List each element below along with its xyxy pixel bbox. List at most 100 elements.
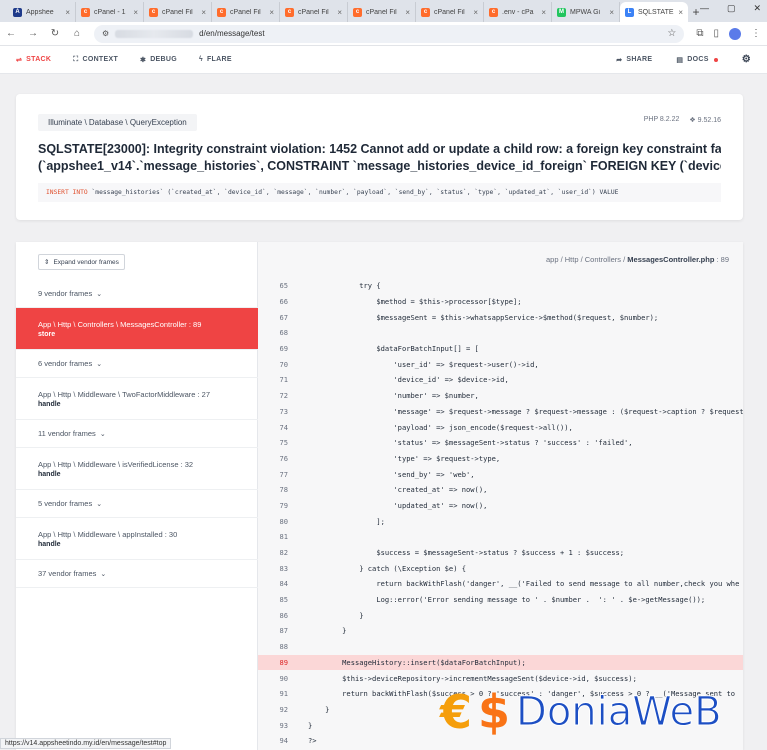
code-line[interactable]: 70 'user_id' => $request->user()->id,: [258, 356, 743, 372]
minimize-icon[interactable]: —: [700, 3, 709, 14]
sql-query[interactable]: INSERT INTO `message_histories` (`create…: [38, 183, 721, 202]
chevron-down-icon: ⌄: [100, 571, 107, 578]
context-icon: ⛶: [73, 55, 79, 63]
tab-favicon-icon: c: [81, 7, 90, 17]
profile-avatar[interactable]: [729, 27, 741, 40]
code-line[interactable]: 72 'number' => $number,: [258, 388, 743, 404]
code-line[interactable]: 73 'message' => $request->message ? $req…: [258, 404, 743, 420]
chevron-down-icon: ⌄: [96, 361, 103, 368]
tab-close-icon[interactable]: ×: [678, 8, 683, 17]
vendor-frames-toggle[interactable]: 9 vendor frames ⌄: [16, 280, 258, 308]
forward-icon[interactable]: →: [28, 28, 38, 39]
sidebar-icon[interactable]: ▯: [713, 28, 719, 39]
code-file-path[interactable]: app / Http / Controllers / MessagesContr…: [546, 255, 729, 264]
back-icon[interactable]: ←: [6, 28, 16, 39]
vendor-frames-toggle[interactable]: 37 vendor frames ⌄: [16, 560, 258, 588]
reload-icon[interactable]: ↻: [50, 28, 60, 39]
tab-close-icon[interactable]: ×: [337, 8, 342, 17]
line-number: 67: [279, 312, 288, 322]
code-line[interactable]: 84 return backWithFlash('danger', __('Fa…: [258, 576, 743, 592]
line-number: 88: [279, 642, 288, 652]
browser-tab[interactable]: c cPanel Fil ×: [144, 2, 212, 22]
code-line[interactable]: 68: [258, 325, 743, 341]
browser-tab[interactable]: c cPanel Fil ×: [280, 2, 348, 22]
maximize-icon[interactable]: ▢: [727, 3, 736, 14]
code-line[interactable]: 89 MessageHistory::insert($dataForBatchI…: [258, 654, 743, 671]
tab-close-icon[interactable]: ×: [65, 8, 70, 17]
code-line[interactable]: 75 'status' => $messageSent->status ? 's…: [258, 435, 743, 451]
share-button[interactable]: ➦ SHARE: [616, 56, 652, 64]
line-source: return backWithFlash('danger', __('Faile…: [308, 579, 740, 589]
tab-close-icon[interactable]: ×: [201, 8, 206, 17]
file-name: MessagesController.php: [627, 255, 715, 264]
nav-flare[interactable]: ϟ FLARE: [199, 56, 232, 63]
nav-stack[interactable]: ⇌ STACK: [16, 56, 51, 64]
browser-tab[interactable]: c cPanel - 1 ×: [76, 2, 144, 22]
code-line[interactable]: 87 }: [258, 623, 743, 639]
home-icon[interactable]: ⌂: [72, 28, 82, 39]
code-line[interactable]: 86 }: [258, 607, 743, 623]
tab-title: cPanel Fil: [230, 8, 261, 16]
url-input[interactable]: ⚙ d/en/message/test ☆: [94, 24, 685, 43]
code-line[interactable]: 76 'type' => $request->type,: [258, 451, 743, 467]
browser-tab[interactable]: c .env - cPa ×: [484, 2, 552, 22]
stack-frame[interactable]: App \ Http \ Middleware \ isVerifiedLice…: [16, 448, 258, 490]
stack-frame[interactable]: App \ Http \ Middleware \ TwoFactorMiddl…: [16, 378, 258, 420]
line-source: 'device_id' => $device->id,: [308, 375, 509, 385]
frame-label-text: App \ Http \ Controllers \ MessagesContr…: [38, 319, 202, 329]
code-line[interactable]: 71 'device_id' => $device->id,: [258, 372, 743, 388]
frame-label-text: App \ Http \ Middleware \ appInstalled :…: [38, 529, 178, 539]
code-line[interactable]: 77 'send_by' => 'web',: [258, 466, 743, 482]
code-line[interactable]: 80 ];: [258, 513, 743, 529]
close-window-icon[interactable]: ✕: [753, 3, 761, 14]
site-settings-icon[interactable]: ⚙: [102, 29, 109, 38]
browser-tab[interactable]: A Appshee ×: [8, 2, 76, 22]
browser-tab[interactable]: L SQLSTATE ×: [620, 2, 688, 22]
vendor-frames-toggle[interactable]: 6 vendor frames ⌄: [16, 350, 258, 378]
code-line[interactable]: 67 $messageSent = $this->whatsappService…: [258, 309, 743, 325]
extensions-icon[interactable]: ⧉: [696, 28, 703, 39]
tab-close-icon[interactable]: ×: [133, 8, 138, 17]
line-number: 83: [279, 563, 288, 573]
tab-close-icon[interactable]: ×: [269, 8, 274, 17]
watermark-text: DoniaWeB: [516, 689, 723, 735]
code-line[interactable]: 69 $dataForBatchInput[] = [: [258, 341, 743, 357]
line-source: 'message' => $request->message ? $reques…: [308, 406, 743, 416]
browser-tab[interactable]: c cPanel Fil ×: [212, 2, 280, 22]
nav-context[interactable]: ⛶ CONTEXT: [73, 56, 118, 64]
browser-menu-icon[interactable]: ⋮: [751, 28, 761, 39]
code-line[interactable]: 66 $method = $this->processor[$type];: [258, 294, 743, 310]
tab-close-icon[interactable]: ×: [541, 8, 546, 17]
notification-dot: [713, 57, 718, 62]
tab-close-icon[interactable]: ×: [405, 8, 410, 17]
bookmark-star-icon[interactable]: ☆: [667, 28, 676, 39]
code-line[interactable]: 74 'payload' => json_encode($request->al…: [258, 419, 743, 435]
stack-frame[interactable]: App \ Http \ Middleware \ appInstalled :…: [16, 518, 258, 560]
laravel-version: 9.52.16: [697, 117, 721, 124]
code-line[interactable]: 81: [258, 529, 743, 545]
line-number: 85: [279, 595, 288, 605]
code-line[interactable]: 85 Log::error('Error sending message to …: [258, 592, 743, 608]
code-line[interactable]: 88: [258, 639, 743, 655]
browser-tab[interactable]: M MPWA Gi ×: [552, 2, 620, 22]
line-number: 65: [279, 281, 288, 291]
code-line[interactable]: 65 try {: [258, 278, 743, 294]
stack-frame[interactable]: App \ Http \ Controllers \ MessagesContr…: [16, 308, 258, 350]
tab-close-icon[interactable]: ×: [609, 8, 614, 17]
frame-label: 9 vendor frames ⌄: [38, 289, 258, 298]
vendor-frames-toggle[interactable]: 11 vendor frames ⌄: [16, 420, 258, 448]
exception-message-line1: SQLSTATE[23000]: Integrity constraint vi…: [38, 142, 721, 156]
code-line[interactable]: 79 'updated_at' => now(),: [258, 498, 743, 514]
browser-tab[interactable]: c cPanel Fil ×: [348, 2, 416, 22]
vendor-frames-toggle[interactable]: 5 vendor frames ⌄: [16, 490, 258, 518]
tab-close-icon[interactable]: ×: [473, 8, 478, 17]
code-line[interactable]: 78 'created_at' => now(),: [258, 482, 743, 498]
browser-tab[interactable]: c cPanel Fil ×: [416, 2, 484, 22]
code-line[interactable]: 83 } catch (\Exception $e) {: [258, 560, 743, 576]
docs-button[interactable]: ▤ DOCS: [676, 56, 718, 64]
expand-vendor-frames-button[interactable]: ⇕ Expand vendor frames: [38, 254, 125, 270]
nav-debug[interactable]: ✱ DEBUG: [140, 56, 177, 64]
code-line[interactable]: 82 $success = $messageSent->status ? $su…: [258, 545, 743, 561]
code-line[interactable]: 90 $this->deviceRepository->incrementMes…: [258, 670, 743, 686]
settings-gear-icon[interactable]: ⚙: [742, 54, 751, 65]
